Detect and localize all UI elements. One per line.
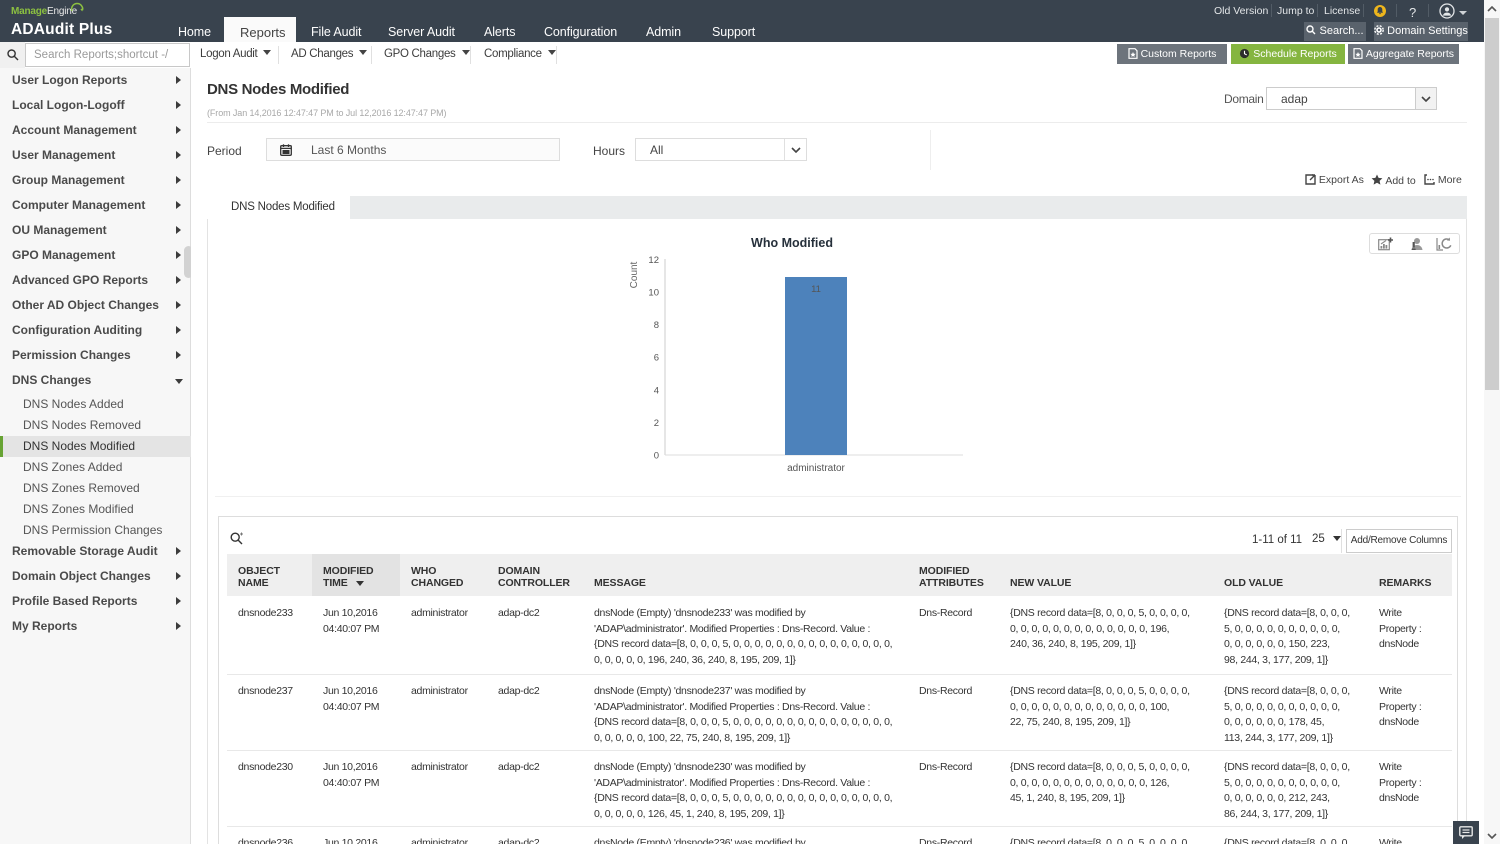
svg-text:administrator: administrator [787,463,845,474]
svg-text:2: 2 [654,418,659,429]
svg-text:10: 10 [648,288,659,299]
svg-text:0: 0 [654,451,659,462]
svg-text:6: 6 [654,353,659,364]
svg-text:11: 11 [811,284,821,295]
svg-text:4: 4 [654,385,659,396]
svg-text:8: 8 [654,320,659,331]
svg-text:Count: Count [629,261,640,288]
svg-text:12: 12 [648,255,659,266]
